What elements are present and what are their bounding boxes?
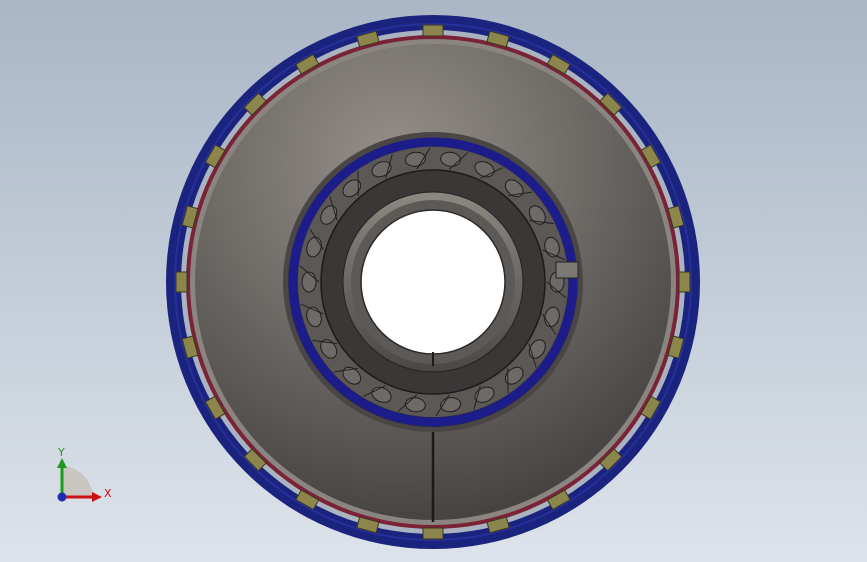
y-axis-arrow: [57, 458, 67, 468]
x-axis-arrow: [92, 492, 102, 502]
ring-block: [422, 24, 444, 37]
coordinate-triad-icon[interactable]: Y X: [57, 446, 112, 502]
bore-hole: [360, 209, 506, 355]
key-notch: [555, 261, 579, 279]
cad-viewport[interactable]: Y X: [0, 0, 867, 562]
triad-quadrant: [62, 466, 93, 497]
ring-block: [422, 527, 444, 540]
z-axis-dot: [57, 492, 67, 502]
roller: [301, 271, 317, 293]
ring-block: [175, 271, 188, 293]
model-view[interactable]: Y X: [0, 0, 867, 562]
x-axis-label: X: [104, 487, 112, 500]
y-axis-label: Y: [57, 446, 65, 459]
ring-block: [678, 271, 691, 293]
